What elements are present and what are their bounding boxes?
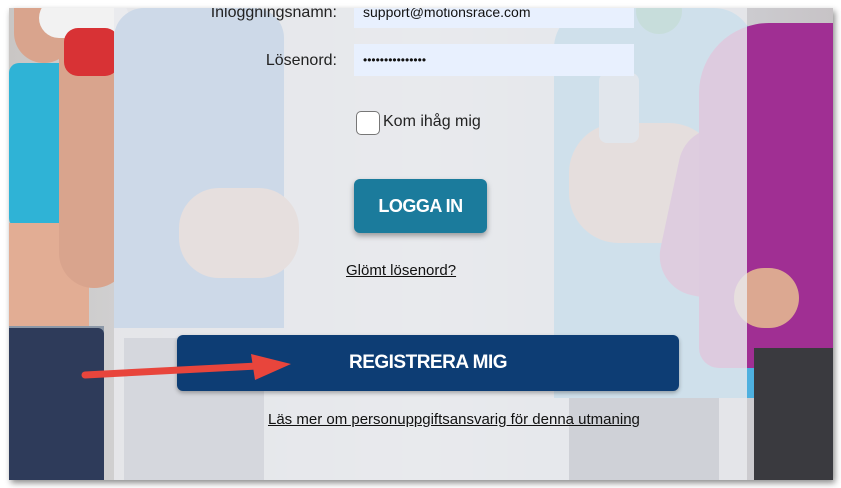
- screenshot-frame: Inloggningsnamn: Lösenord: Kom ihåg mig …: [9, 8, 833, 480]
- privacy-info-link[interactable]: Läs mer om personuppgiftsansvarig för de…: [268, 411, 640, 428]
- remember-me-checkbox[interactable]: [356, 111, 380, 135]
- password-label: Lösenord:: [265, 52, 337, 69]
- password-input[interactable]: [354, 44, 634, 76]
- forgot-password-link[interactable]: Glömt lösenord?: [346, 262, 456, 279]
- annotation-arrow-icon: [81, 354, 291, 380]
- username-label: Inloggningsnamn:: [210, 8, 337, 21]
- username-input[interactable]: [354, 8, 634, 28]
- login-button[interactable]: LOGGA IN: [354, 179, 487, 233]
- background-person-woman-legs: [754, 348, 833, 480]
- background-dumbbell: [64, 28, 119, 76]
- login-panel: [114, 8, 747, 480]
- remember-me-label[interactable]: Kom ihåg mig: [383, 113, 481, 131]
